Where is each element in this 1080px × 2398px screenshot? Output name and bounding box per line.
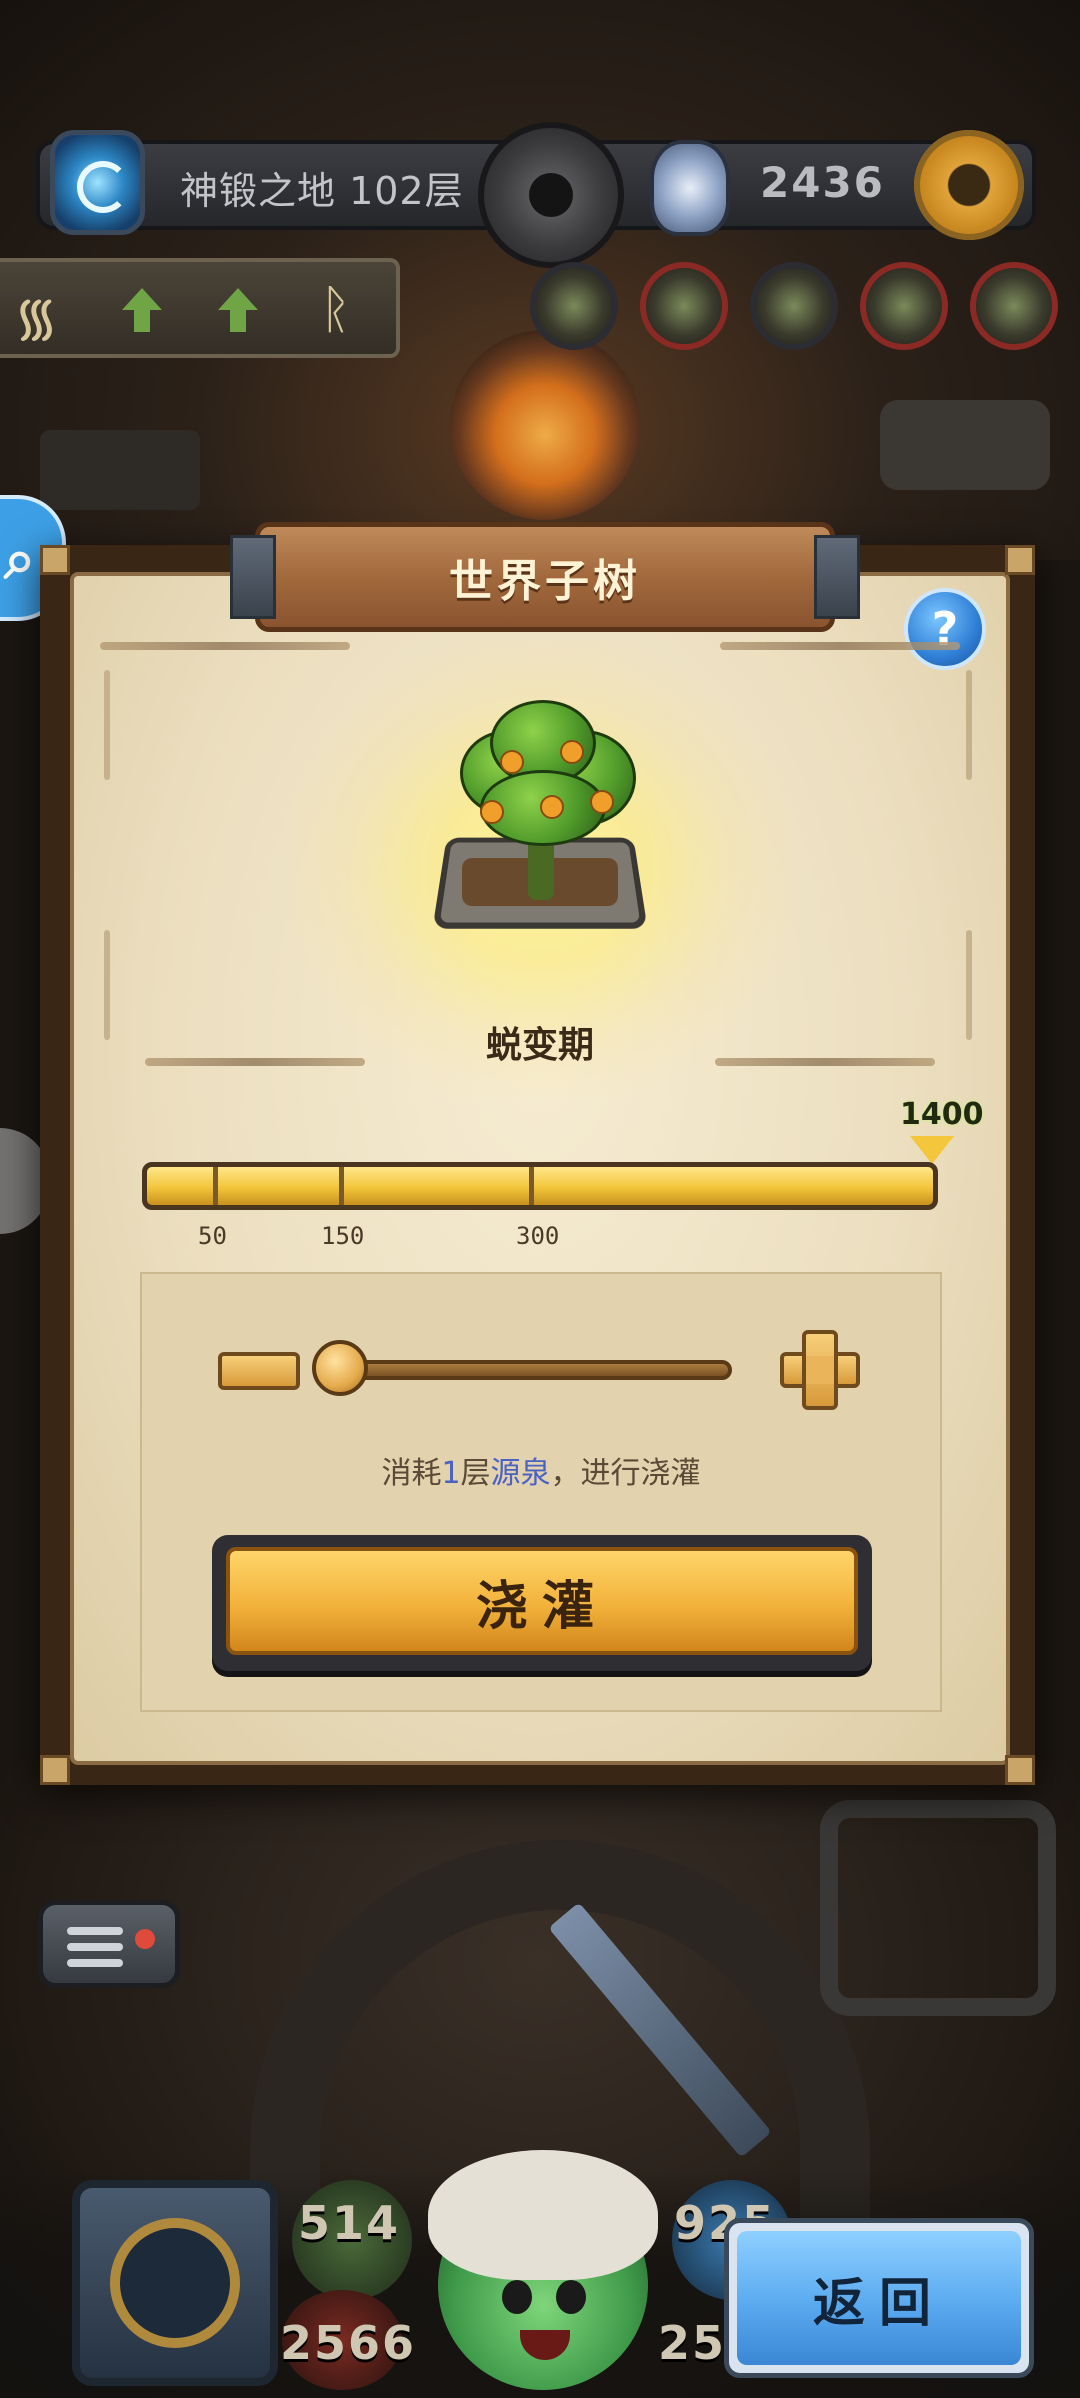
progress-tick: 150 — [321, 1222, 365, 1250]
help-button[interactable]: ? — [904, 588, 986, 670]
portal-icon[interactable] — [50, 130, 145, 235]
frame-corner — [40, 1755, 70, 1785]
radio-line — [67, 1943, 123, 1951]
dialog-title: 世界子树 — [449, 556, 641, 607]
furnace — [450, 330, 640, 520]
consume-suffix: ，进行浇灌 — [550, 1456, 701, 1491]
consume-prefix: 消耗 — [381, 1456, 442, 1491]
growth-stage-label: 蜕变期 — [485, 1025, 594, 1066]
minus-button[interactable] — [218, 1352, 300, 1390]
world-tree-icon — [432, 700, 648, 930]
progress-tick: 50 — [198, 1222, 227, 1250]
consume-resource: 源泉 — [490, 1456, 551, 1491]
radio-line — [67, 1927, 123, 1935]
growth-progress-bar — [142, 1162, 938, 1210]
radio-dot — [135, 1929, 155, 1949]
crystal-count: 2436 — [760, 158, 885, 207]
back-button[interactable]: 返回 — [724, 2218, 1034, 2378]
back-button-label: 返回 — [812, 2273, 945, 2334]
crystal-icon — [650, 140, 730, 236]
attack-stat: 514 — [298, 2196, 401, 2250]
level-title: 神锻之地 102层 — [180, 169, 464, 213]
arrow-up-icon — [218, 288, 258, 332]
hero-portrait[interactable] — [428, 2150, 658, 2390]
energy-stat: 25 — [658, 2316, 727, 2370]
hero-slot-5[interactable] — [970, 262, 1058, 350]
cage-decoration — [820, 1800, 1056, 2016]
compass-icon — [110, 2218, 240, 2348]
fruit — [590, 790, 614, 814]
amount-slider[interactable] — [340, 1360, 732, 1380]
plus-icon — [806, 1356, 834, 1384]
ornament-line — [966, 670, 972, 780]
consume-unit: 层 — [460, 1456, 491, 1491]
back-button-face: 返回 — [737, 2231, 1021, 2365]
fruit — [480, 800, 504, 824]
plank-bracket — [814, 535, 860, 619]
hero-hair — [428, 2150, 658, 2280]
fruit — [500, 750, 524, 774]
water-button-face: 浇灌 — [226, 1547, 858, 1655]
center-gear-icon[interactable] — [478, 122, 624, 268]
arrow-up-icon — [122, 288, 162, 332]
progress-segment — [529, 1167, 534, 1205]
slider-handle[interactable] — [312, 1340, 368, 1396]
ornament-line — [104, 670, 110, 780]
hero-slot-3[interactable] — [750, 262, 838, 350]
hero-slot-4[interactable] — [860, 262, 948, 350]
fruit — [560, 740, 584, 764]
hero-eye — [556, 2280, 586, 2314]
consume-count: 1 — [441, 1456, 461, 1491]
dialog-title-plank: 世界子树 — [230, 522, 860, 632]
water-button-label: 浇灌 — [475, 1576, 608, 1637]
consume-description: 消耗1层源泉，进行浇灌 — [140, 1448, 942, 1492]
frame-corner — [1005, 1755, 1035, 1785]
progress-marker-icon — [910, 1136, 954, 1164]
hero-eye — [502, 2280, 532, 2314]
search-icon: ⌕ — [4, 527, 36, 592]
progress-tick: 300 — [516, 1222, 560, 1250]
radio-icon[interactable] — [38, 1900, 180, 1988]
rune-icon: ᯾ — [14, 288, 59, 348]
gear-icon[interactable] — [914, 130, 1024, 240]
ornament-line — [104, 930, 110, 1040]
tool-rack — [40, 430, 200, 510]
figure-icon: ᚱ — [320, 280, 352, 340]
hero-slot-1[interactable] — [530, 262, 618, 350]
fruit — [540, 795, 564, 819]
hero-slot-2[interactable] — [640, 262, 728, 350]
ornament-line — [966, 930, 972, 1040]
frame-corner — [1005, 545, 1035, 575]
buff-strip[interactable]: ᯾ ᚱ — [0, 258, 400, 358]
radio-line — [67, 1959, 123, 1967]
anvil — [880, 400, 1050, 490]
water-button[interactable]: 浇灌 — [212, 1535, 872, 1671]
plus-button[interactable] — [780, 1330, 860, 1410]
compass-card[interactable] — [72, 2180, 278, 2386]
progress-segment — [213, 1167, 218, 1205]
hp-stat: 2566 — [280, 2316, 417, 2370]
progress-segment — [339, 1167, 344, 1205]
progress-max-label: 1400 — [900, 1097, 984, 1132]
plank-bracket — [230, 535, 276, 619]
progress-fill — [147, 1167, 933, 1205]
frame-corner — [40, 545, 70, 575]
hero-mouth — [520, 2330, 570, 2360]
